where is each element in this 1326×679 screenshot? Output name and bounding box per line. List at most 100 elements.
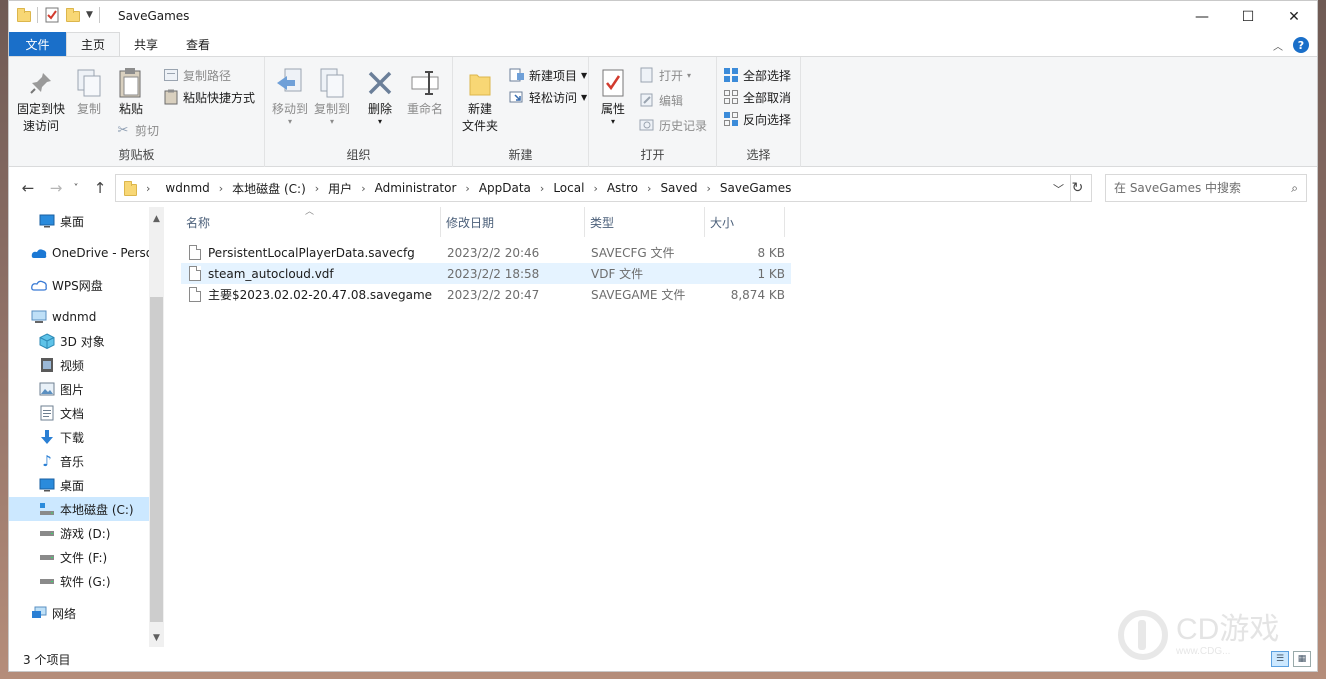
breadcrumb-item[interactable]: Local	[553, 181, 584, 195]
nav-item-pictures[interactable]: 图片	[9, 377, 149, 401]
file-name-cell: 主要$2023.02.02-20.47.08.savegame	[189, 284, 432, 305]
new-folder-button[interactable]: 新建 文件夹	[457, 67, 503, 135]
copy-button[interactable]: 复制	[69, 67, 109, 118]
file-date: 2023/2/2 18:58	[447, 266, 540, 281]
nav-item-videos[interactable]: 视频	[9, 353, 149, 377]
breadcrumb-chevron-icon[interactable]: ›	[647, 182, 651, 195]
file-size: 8 KB	[757, 245, 785, 260]
search-box[interactable]: ⌕	[1105, 174, 1307, 202]
forward-arrow-icon[interactable]: →	[45, 177, 67, 199]
nav-item-drive-g[interactable]: 软件 (G:)	[9, 569, 149, 593]
delete-button[interactable]: 删除 ▾	[361, 67, 399, 126]
open-button[interactable]: 打开 ▾	[639, 65, 691, 85]
cut-button[interactable]: ✂ 剪切	[115, 120, 159, 140]
properties-check-icon[interactable]	[44, 7, 60, 23]
search-icon[interactable]: ⌕	[1291, 181, 1298, 196]
scroll-down-icon[interactable]: ▼	[149, 630, 164, 645]
tab-view[interactable]: 查看	[172, 32, 224, 56]
paste-shortcut-button[interactable]: 粘贴快捷方式	[163, 87, 255, 107]
refresh-icon[interactable]: ↻	[1064, 174, 1092, 202]
maximize-button[interactable]: ☐	[1225, 1, 1271, 32]
breadcrumb-chevron-icon[interactable]: ›	[219, 182, 223, 195]
breadcrumb-chevron-icon[interactable]: ›	[361, 182, 365, 195]
breadcrumb-chevron-icon[interactable]: ›	[465, 182, 469, 195]
column-name[interactable]: 名称	[181, 207, 441, 237]
tab-share[interactable]: 共享	[120, 32, 172, 56]
breadcrumb-item[interactable]: wdnmd	[165, 181, 209, 195]
pictures-icon	[39, 381, 55, 397]
nav-item-network[interactable]: 网络	[9, 601, 149, 625]
nav-scrollbar[interactable]: ▲ ▼	[149, 207, 164, 647]
file-row[interactable]: steam_autocloud.vdf 2023/2/2 18:58 VDF 文…	[181, 263, 791, 284]
breadcrumb: wdnmd › 本地磁盘 (C:) › 用户 › Administrator ›…	[165, 180, 791, 197]
file-row[interactable]: 主要$2023.02.02-20.47.08.savegame 2023/2/2…	[181, 284, 791, 305]
video-icon	[39, 357, 55, 373]
breadcrumb-item[interactable]: 本地磁盘 (C:)	[232, 180, 306, 197]
minimize-button[interactable]: —	[1179, 1, 1225, 32]
breadcrumb-item[interactable]: AppData	[479, 181, 531, 195]
nav-item-wps-cloud[interactable]: WPS网盘	[9, 273, 149, 297]
nav-item-this-pc[interactable]: wdnmd	[9, 305, 149, 329]
group-label-new: 新建	[508, 148, 533, 162]
help-icon[interactable]: ?	[1293, 37, 1309, 53]
breadcrumb-chevron-icon[interactable]: ›	[540, 182, 544, 195]
nav-item-onedrive[interactable]: OneDrive - Personal	[9, 241, 149, 265]
column-size[interactable]: 大小	[705, 207, 785, 237]
copy-path-button[interactable]: 复制路径	[163, 65, 231, 85]
tab-home[interactable]: 主页	[66, 32, 121, 56]
up-arrow-icon[interactable]: ↑	[89, 177, 111, 199]
move-to-button[interactable]: 移动到 ▾	[269, 67, 311, 126]
breadcrumb-chevron-icon[interactable]: ›	[593, 182, 597, 195]
nav-item-drive-d[interactable]: 游戏 (D:)	[9, 521, 149, 545]
breadcrumb-item[interactable]: Saved	[660, 181, 697, 195]
paste-shortcut-label: 粘贴快捷方式	[183, 90, 256, 105]
group-label-organize: 组织	[346, 148, 371, 162]
qat-dropdown-icon[interactable]: ▼	[86, 10, 93, 20]
select-all-button[interactable]: 全部选择	[723, 65, 791, 85]
invert-selection-button[interactable]: 反向选择	[723, 109, 791, 129]
breadcrumb-item[interactable]: Astro	[607, 181, 638, 195]
breadcrumb-chevron-icon[interactable]: ›	[146, 182, 150, 195]
edit-label: 编辑	[659, 93, 684, 108]
recent-locations-icon[interactable]: ˅	[65, 177, 87, 199]
breadcrumb-item[interactable]: Administrator	[375, 181, 457, 195]
search-input[interactable]	[1114, 181, 1279, 195]
pin-quick-access-button[interactable]: 固定到快 速访问	[15, 67, 67, 135]
select-none-button[interactable]: 全部取消	[723, 87, 791, 107]
nav-item-drive-c[interactable]: 本地磁盘 (C:)	[9, 497, 149, 521]
scroll-up-icon[interactable]: ▲	[149, 211, 164, 226]
breadcrumb-chevron-icon[interactable]: ›	[707, 182, 711, 195]
column-date[interactable]: 修改日期	[441, 207, 585, 237]
breadcrumb-item[interactable]: SaveGames	[720, 181, 791, 195]
properties-button[interactable]: 属性 ▾	[593, 67, 633, 126]
edit-button[interactable]: 编辑	[639, 90, 683, 110]
new-folder-icon[interactable]	[66, 8, 80, 22]
new-item-button[interactable]: 新建项目 ▼	[509, 65, 587, 85]
easy-access-button[interactable]: 轻松访问 ▼	[509, 87, 587, 107]
close-button[interactable]: ✕	[1271, 1, 1317, 32]
file-date: 2023/2/2 20:47	[447, 287, 540, 302]
scroll-thumb[interactable]	[150, 297, 163, 622]
address-dropdown-icon[interactable]: ﹀	[1053, 181, 1064, 197]
nav-item-drive-f[interactable]: 文件 (F:)	[9, 545, 149, 569]
paste-button[interactable]: 粘贴	[111, 67, 151, 118]
back-arrow-icon[interactable]: ←	[17, 177, 39, 199]
copy-to-button[interactable]: 复制到 ▾	[311, 67, 353, 126]
nav-item-3d-objects[interactable]: 3D 对象	[9, 329, 149, 353]
nav-item-desktop-2[interactable]: 桌面	[9, 473, 149, 497]
file-row[interactable]: PersistentLocalPlayerData.savecfg 2023/2…	[181, 242, 791, 263]
breadcrumb-item[interactable]: 用户	[328, 180, 352, 197]
nav-item-documents[interactable]: 文档	[9, 401, 149, 425]
history-button[interactable]: 历史记录	[639, 115, 707, 135]
tab-file[interactable]: 文件	[9, 32, 66, 56]
drive-icon	[39, 525, 55, 541]
rename-button[interactable]: 重命名	[403, 67, 447, 118]
address-bar[interactable]: › wdnmd › 本地磁盘 (C:) › 用户 › Administrator…	[115, 174, 1071, 202]
breadcrumb-chevron-icon[interactable]: ›	[315, 182, 319, 195]
column-type[interactable]: 类型	[585, 207, 705, 237]
nav-item-downloads[interactable]: 下载	[9, 425, 149, 449]
desktop-icon	[39, 477, 55, 493]
nav-item-music[interactable]: ♪ 音乐	[9, 449, 149, 473]
nav-item-desktop[interactable]: 桌面	[9, 209, 149, 233]
collapse-ribbon-icon[interactable]: ︿	[1273, 38, 1283, 53]
